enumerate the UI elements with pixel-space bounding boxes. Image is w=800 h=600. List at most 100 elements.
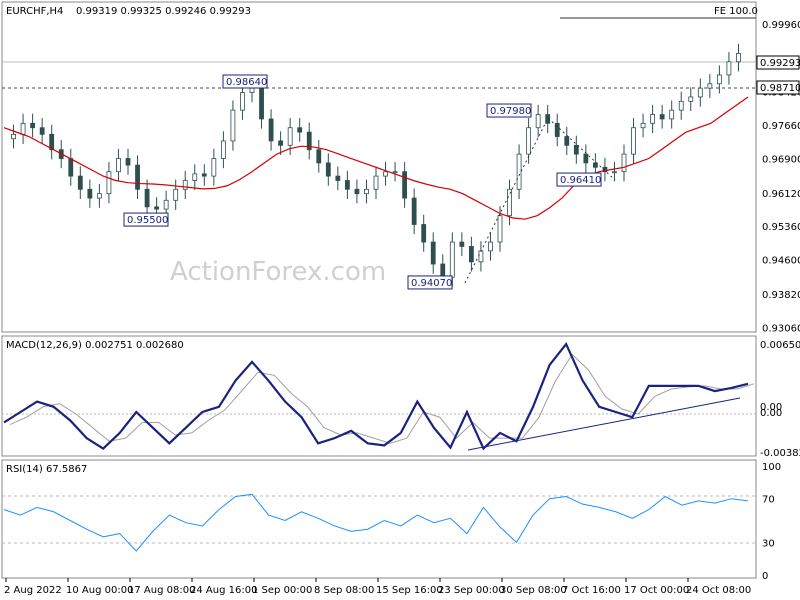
candle-body [650,114,656,124]
candle-body [211,158,217,177]
candle-body [87,188,93,199]
time-tick-label: 7 Oct 16:00 [562,585,621,596]
candle-body [116,158,121,173]
level-price-text: 0.98710 [760,83,800,94]
candle-body [583,153,589,164]
fe-label: FE 100.0 [714,6,758,17]
candle-body [535,114,541,129]
price-tick-label: 0.93060 [762,323,800,334]
candle-body [640,122,646,129]
candle-body [726,61,732,76]
ohlc-readout: 0.99319 0.99325 0.99246 0.99293 [76,6,251,17]
candle-body [20,122,26,135]
candle-body [192,173,198,181]
candle-body [344,180,350,190]
candle-body [287,127,293,146]
current-price-text: 0.99293 [760,58,800,69]
candle-body [316,149,322,164]
candle-body [573,144,579,155]
time-tick-label: 17 Aug 08:00 [128,585,195,596]
candle-body [564,136,570,146]
time-axis: 2 Aug 2022 10 Aug 00:0017 Aug 08:0024 Aug… [4,578,751,596]
macd-tick-label: 0.006509 [760,340,800,351]
candle-body [488,241,493,252]
time-tick-label: 24 Oct 08:00 [686,585,751,596]
price-tick-label: 0.94600 [762,256,800,267]
candle-body [125,158,131,166]
candle-body [77,175,83,190]
macd-tick-label: -0.003828 [760,448,800,459]
time-tick-label: 23 Sep 00:00 [438,585,505,596]
annotation-label: 0.97980 [490,106,531,117]
candle-body [201,173,207,177]
rsi-tick-label: 0 [762,571,768,582]
candle-body [278,140,284,146]
candle-body [325,162,331,177]
candle-body [678,100,684,111]
candle-body [631,127,636,155]
candle-body [220,140,226,159]
candle-body [240,92,245,111]
candle-body [612,171,617,174]
candle-body [68,158,74,177]
candle-body [154,206,160,210]
rsi-axis: 100 70 30 0 [762,462,781,582]
candle-body [430,241,436,265]
price-annotation: 0.98640 [222,74,268,89]
candle-body [39,127,45,135]
candle-body [411,197,417,225]
candle-body [449,241,455,278]
candle-body [507,188,512,217]
annotation-label: 0.96410 [560,175,601,186]
candle-body [230,109,236,142]
price-tick-label: 0.95360 [762,222,800,233]
candle-body [373,175,379,190]
price-annotation: 0.96410 [556,172,602,187]
time-tick-label: 24 Aug 16:00 [190,585,257,596]
candle-body [268,118,274,142]
candle-body [163,199,169,210]
macd-tick-label: 0.00 [760,408,782,419]
price-tick-label: 0.96120 [762,189,800,200]
candle-body [392,171,398,174]
rsi-tick-label: 70 [762,495,775,506]
candle-body [421,224,427,243]
candle-body [135,164,140,190]
watermark: ActionForex.com [170,257,386,287]
candle-body [669,109,675,120]
candle-body [96,193,102,199]
candle-body [354,188,360,195]
candle-body [144,188,150,208]
annotation-label: 0.94070 [411,278,452,289]
chart-canvas: ActionForex.com EURCHF,H4 0.99319 0.9932… [1,1,800,596]
rsi-tick-label: 30 [762,538,775,549]
candle-body [478,250,484,263]
price-annotation: 0.94070 [407,275,453,290]
candle-body [297,127,303,133]
candle-body [11,133,16,140]
candle-body [697,87,703,98]
annotation-label: 0.98640 [226,77,267,88]
candle-body [383,171,388,177]
candle-body [621,153,627,173]
candle-body [335,175,341,181]
price-annotation: 0.97980 [486,103,532,118]
price-tick-label: 0.96900 [762,155,800,166]
candle-body [468,246,474,263]
time-tick-label: 2 Aug 2022 [4,585,62,596]
candle-body [716,74,722,85]
macd-title: MACD(12,26,9) 0.002751 0.002680 [6,340,184,351]
candle-body [459,241,465,247]
price-annotation: 0.95500 [123,212,169,227]
candle-body [707,83,713,89]
time-tick-label: 30 Sep 08:00 [500,585,567,596]
time-tick-label: 1 Sep 00:00 [252,585,312,596]
rsi-panel [1,459,757,579]
candle-body [402,171,408,199]
candle-body [364,188,369,195]
candle-body [516,153,522,190]
macd-axis: 0.0065090.000.00-0.003828 [760,340,800,459]
candle-body [30,122,36,129]
candle-body [259,87,264,120]
rsi-title: RSI(14) 67.5867 [6,464,87,475]
